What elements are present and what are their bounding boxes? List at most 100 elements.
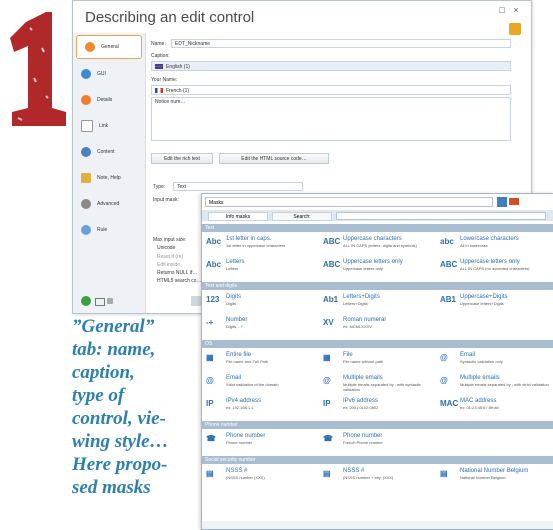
sidebar-item-rule[interactable]: Rule [73,217,145,243]
sidebar-item-advanced[interactable]: Advanced [73,191,145,217]
mask-item[interactable]: -+ Number Digits, - + . [204,315,319,337]
sidebar-item-note-help[interactable]: Note, Help [73,165,145,191]
edit-mask-icon[interactable] [497,197,507,207]
sidebar-item-link[interactable]: Link [73,113,145,139]
caption-english-row[interactable]: English (1) [151,61,511,71]
caption-line: type of [72,385,125,406]
mask-picker-popup: Masks Info masks Search: Text Abc 1st lett… [201,193,553,530]
details-icon [81,95,91,105]
mask-icon: IP [323,399,331,408]
mask-icon: ☎ [323,434,333,443]
sidebar-item-label: Details [97,97,113,103]
mask-description: ex: MCMLXXXV [343,324,372,329]
mask-item[interactable]: Abc Letters Letters [204,257,319,279]
mask-item[interactable]: AB1 Uppercase+Digits Uppercase letters+Dig… [438,292,553,314]
mask-description: Phone number [226,440,253,445]
lock-icon[interactable] [509,23,521,35]
mask-item[interactable]: MAC MAC address ex: 01:23:45:67:89:ab [438,396,553,418]
mask-title: Multiple emails [343,375,383,381]
mask-title: Email [460,352,476,358]
type-select[interactable]: Text [173,182,303,191]
mask-item[interactable]: ABC Uppercase letters only ALL IN CAPS (no… [438,257,553,279]
mask-icon: ☎ [206,434,216,443]
mask-item[interactable]: ▤ National Number Belgium National Number … [438,466,553,488]
mask-title: Lowercase characters [460,236,519,242]
window-title: Describing an edit control [85,9,255,26]
mask-item[interactable]: ▤ NSSS # (NSSS number (XXX) [204,466,319,488]
mask-item[interactable]: 123 Digits Digits [204,292,319,314]
mask-description: File name and Full Path [226,359,269,364]
option-null[interactable]: Returns NULL if… [157,270,197,276]
mask-icon: ABC [440,260,458,269]
name-label: Name: [151,41,166,47]
gui-icon [81,69,91,79]
flag-menu-icon[interactable] [509,198,519,205]
mask-item[interactable]: @ Multiple emails Multiple emails separate… [438,373,553,395]
settings-icon[interactable] [107,298,113,304]
mask-title: Phone number [226,433,266,439]
ok-icon[interactable] [81,296,91,306]
mask-item[interactable]: ▦ File File name without path [321,350,436,372]
category-header: Social security number [202,456,553,464]
mask-icon: Abc [206,237,222,246]
notice-area[interactable]: Notice num… [151,97,511,141]
edit-rich-text-button[interactable]: Edit the rich text [151,153,213,164]
mask-item[interactable]: ☎ Phone number Phone number [204,431,319,453]
edit-html-source-button[interactable]: Edit the HTML source code… [219,153,329,164]
mask-item[interactable]: IP IPv6 address ex: 2001:0102:0b02 [321,396,436,418]
popup-tabbar: Info masks Search: [202,210,553,221]
sidebar-item-general[interactable]: General [76,35,142,59]
tab-info-masks[interactable]: Info masks [208,212,268,221]
mask-icon: ▤ [440,469,448,478]
sidebar-item-gui[interactable]: GUI [73,61,145,87]
chapter-numeral [10,12,66,126]
caption-line: wing style… [72,431,169,452]
caption-line: caption, [72,362,135,383]
unicode-label: Unicode [157,245,176,251]
mask-description: ALL IN CAPS (no accented characters) [460,266,530,271]
mask-item[interactable]: ☎ Phone number French Phone number [321,431,436,453]
mask-item[interactable]: @ Multiple emails Multiple emails separate… [321,373,436,395]
mask-search-input[interactable]: Masks [205,197,493,207]
mask-title: 1st letter in caps. [226,236,272,242]
mask-item[interactable]: ▤ NSSS # (NSSS number + key, (XXX) [321,466,436,488]
popup-search-field[interactable] [336,212,546,220]
mask-title: Uppercase letters only [460,259,520,265]
mask-description: ALL IN CAPS (letters, digits and symbols… [343,243,417,248]
your-name-french-row[interactable]: French (1) [151,85,511,95]
mask-icon: @ [440,353,448,362]
mask-item[interactable]: IP IPv4 address ex: 192.168.1.1 [204,396,319,418]
option-edit-inside[interactable]: Edit inside [157,262,180,268]
general-icon [85,42,95,52]
mask-item[interactable]: ▦ Entire file File name and Full Path [204,350,319,372]
mask-item[interactable]: @ Email Syntactic validation only [438,350,553,372]
mask-item[interactable]: ABC Uppercase letters only Uppercase lette… [321,257,436,279]
mask-title: File [343,352,353,358]
mask-icon: AB1 [440,295,457,304]
mask-description: ex: 192.168.1.1 [226,405,254,410]
option-reset[interactable]: Reset if (re) [157,254,183,260]
mask-description: Multiple emails separated by ; with stri… [460,382,549,387]
mask-item[interactable]: Abc 1st letter in caps. 1st letter in uppe… [204,234,319,256]
sidebar-item-label: Link [99,123,109,129]
name-field[interactable]: EDT_Nickname [171,39,511,48]
category-header: Text [202,224,553,232]
mask-description: Digits, - + . [226,324,246,329]
rule-icon [81,225,91,235]
maximize-button[interactable]: □ [495,5,509,15]
sidebar-item-content[interactable]: Content [73,139,145,165]
sidebar-item-details[interactable]: Details [73,87,145,113]
caption-line: ”General” [72,316,155,337]
caption-line: control, vie- [72,408,166,429]
mask-item[interactable]: XV Roman numeral ex: MCMLXXXV [321,315,436,337]
mask-item[interactable]: Ab1 Letters+Digits Letters+Digits [321,292,436,314]
option-html5[interactable]: HTML5 search co… [157,278,201,284]
mask-item[interactable]: abc Lowercase characters All in lowercase [438,234,553,256]
tab-search[interactable]: Search: [272,212,332,221]
mask-icon: 123 [206,295,220,304]
mask-title: Phone number [343,433,383,439]
grid-icon[interactable] [95,298,105,306]
mask-item[interactable]: @ Email Strict validation of the domain [204,373,319,395]
mask-item[interactable]: ABC Uppercase characters ALL IN CAPS (lett… [321,234,436,256]
close-button[interactable]: × [509,5,523,15]
